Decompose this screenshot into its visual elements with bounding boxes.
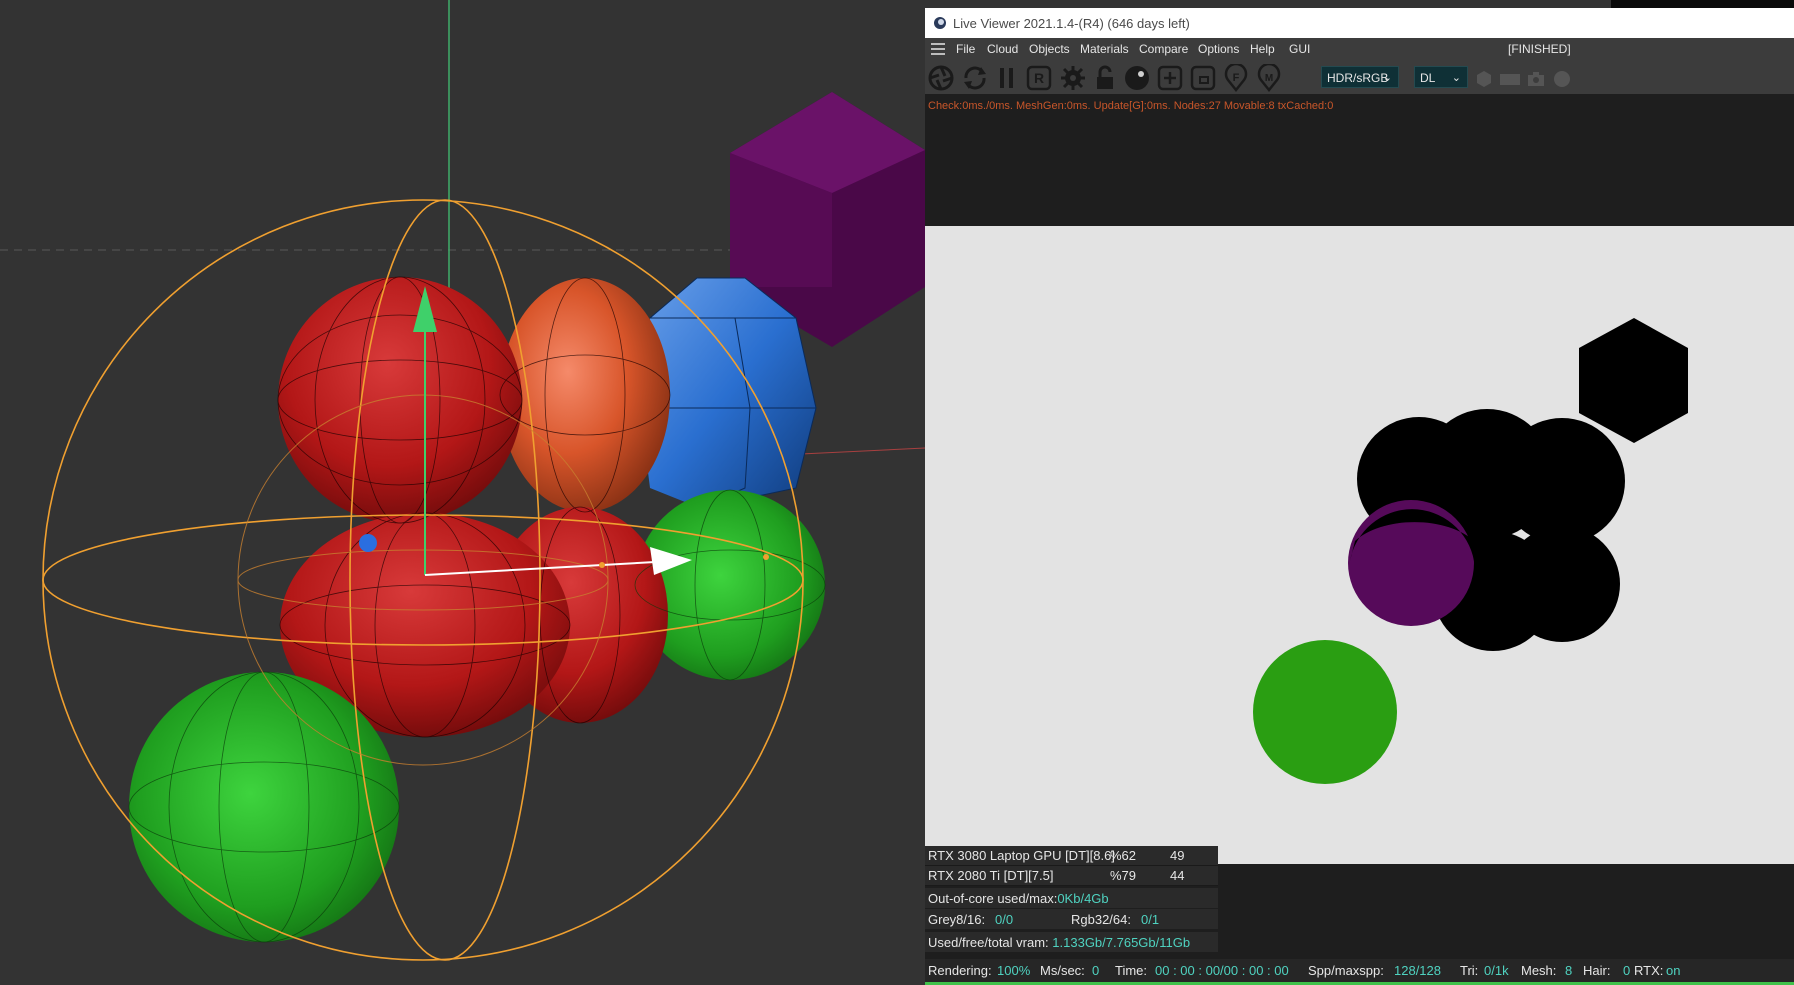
menu-file[interactable]: File (956, 42, 975, 56)
chevron-down-icon: ⌄ (1382, 72, 1392, 84)
rtx-value: on (1666, 963, 1681, 978)
aperture-icon[interactable] (927, 64, 955, 92)
menu-options[interactable]: Options (1198, 42, 1239, 56)
chevron-down-icon: ⌄ (1451, 72, 1461, 84)
color-space-select[interactable]: HDR/sRGB ⌄ (1321, 66, 1399, 88)
tri-value: 0/1k (1484, 963, 1509, 978)
menu-compare[interactable]: Compare (1139, 42, 1188, 56)
spp-value: 128/128 (1394, 963, 1441, 978)
tri-label: Tri: (1460, 963, 1479, 978)
time-value: 00 : 00 : 00/00 : 00 : 00 (1155, 963, 1289, 978)
pause-icon[interactable] (993, 64, 1021, 92)
hamburger-menu-icon[interactable] (931, 43, 945, 55)
vram-label: Used/free/total vram: (928, 935, 1049, 950)
material-m-icon[interactable]: M (1255, 62, 1283, 93)
region-r-icon[interactable]: R (1025, 64, 1053, 92)
gpu-name: RTX 3080 Laptop GPU [DT][8.6] (928, 848, 1115, 863)
render-green-sphere (1253, 640, 1397, 784)
gpu-temp: 49 (1170, 848, 1185, 863)
gpu-util: %79 (1110, 868, 1137, 883)
gpu-row: RTX 2080 Ti [DT][7.5] %79 44 (925, 866, 1218, 886)
time-label: Time: (1115, 963, 1148, 978)
ms-value: 0 (1092, 963, 1100, 978)
camera-disabled-icon (1527, 70, 1545, 88)
menu-help[interactable]: Help (1250, 42, 1275, 56)
mode-value: DL (1420, 71, 1436, 85)
rendering-label: Rendering: (928, 963, 992, 978)
top-strip (925, 0, 1794, 8)
out-of-core-value: 0Kb/4Gb (1057, 891, 1109, 906)
menu-bar: File Cloud Objects Materials Compare Opt… (925, 38, 1794, 60)
hexagon-disabled-icon (1475, 70, 1493, 88)
mesh-label: Mesh: (1521, 963, 1557, 978)
grey-value: 0/0 (995, 912, 1014, 927)
menu-gui[interactable]: GUI (1289, 42, 1310, 56)
hair-label: Hair: (1583, 963, 1611, 978)
sphere-icon[interactable] (1123, 64, 1151, 92)
render-status: [FINISHED] (1508, 42, 1571, 56)
hair-value: 0 (1623, 963, 1631, 978)
crop-icon[interactable] (1189, 64, 1217, 92)
title-bar: Live Viewer 2021.1.4-(R4) (646 days left… (925, 8, 1794, 38)
window-title: Live Viewer 2021.1.4-(R4) (646 days left… (953, 15, 1190, 31)
live-viewer-window[interactable]: Live Viewer 2021.1.4-(R4) (646 days left… (925, 8, 1794, 985)
vram-value: 1.133Gb/7.765Gb/11Gb (1052, 935, 1191, 950)
viewport-scene[interactable] (0, 0, 925, 985)
z-axis-handle-icon[interactable] (359, 534, 377, 552)
focus-f-icon[interactable]: F (1222, 62, 1250, 93)
octane-logo-icon (934, 17, 946, 29)
status-bar: Rendering: 100% Ms/sec: 0 Time: 00 : 00 … (925, 959, 1794, 983)
rgb-value: 0/1 (1141, 912, 1160, 927)
mesh-value: 8 (1565, 963, 1573, 978)
menu-materials[interactable]: Materials (1080, 42, 1129, 56)
orange-sphere (500, 278, 670, 512)
gear-icon[interactable] (1059, 64, 1087, 92)
gpu-util: %62 (1110, 848, 1137, 863)
svg-text:R: R (1034, 70, 1044, 86)
texture-count-row: Grey8/16: 0/0 Rgb32/64: 0/1 (925, 909, 1218, 929)
render-stats-line: Check:0ms./0ms. MeshGen:0ms. Update[G]:0… (928, 100, 1334, 112)
menu-cloud[interactable]: Cloud (987, 42, 1018, 56)
film-disabled-icon (1499, 70, 1521, 88)
green-sphere-left (129, 672, 399, 942)
svg-text:F: F (1233, 72, 1240, 84)
circle-disabled-icon (1553, 70, 1571, 88)
render-canvas (1253, 318, 1688, 784)
spp-label: Spp/maxspp: (1308, 963, 1384, 978)
ms-label: Ms/sec: (1040, 963, 1085, 978)
lock-icon[interactable] (1091, 64, 1119, 92)
gpu-temp: 44 (1170, 868, 1185, 883)
mode-select[interactable]: DL ⌄ (1414, 66, 1468, 88)
menu-objects[interactable]: Objects (1029, 42, 1070, 56)
grey-label: Grey8/16: (928, 912, 986, 927)
out-of-core-label: Out-of-core used/max: (928, 891, 1058, 906)
out-of-core-row: Out-of-core used/max:0Kb/4Gb (925, 888, 1218, 908)
rtx-label: RTX: (1634, 963, 1664, 978)
render-image[interactable] (925, 226, 1794, 864)
toolbar: R F M HDR/sRGB ⌄ DL ⌄ (925, 60, 1794, 94)
render-hexagon (1579, 318, 1688, 443)
gpu-name: RTX 2080 Ti [DT][7.5] (928, 868, 1054, 883)
refresh-icon[interactable] (961, 64, 989, 92)
3d-viewport[interactable] (0, 0, 925, 985)
add-icon[interactable] (1156, 64, 1184, 92)
gpu-row: RTX 3080 Laptop GPU [DT][8.6] %62 49 (925, 846, 1218, 866)
color-space-value: HDR/sRGB (1327, 71, 1389, 85)
rgb-label: Rgb32/64: (1071, 912, 1131, 927)
svg-text:M: M (1265, 73, 1273, 84)
rendering-value: 100% (997, 963, 1031, 978)
vram-row: Used/free/total vram: 1.133Gb/7.765Gb/11… (925, 932, 1218, 952)
